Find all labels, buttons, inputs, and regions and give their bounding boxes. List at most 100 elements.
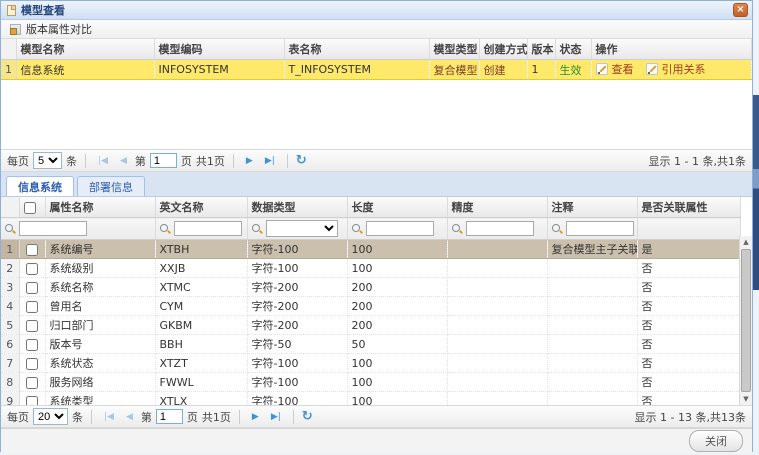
attr-col-is-related[interactable]: 是否关联属性 [637,197,741,218]
per-page-select[interactable]: 20 [33,408,68,425]
tab-info-system[interactable]: 信息系统 [6,176,74,196]
last-page-icon[interactable]: ▶| [267,412,285,422]
table-row[interactable]: 4 曾用名 CYM 字符-200 200 否 [1,297,741,316]
vertical-scrollbar[interactable]: ▲ ▼ [739,236,752,405]
attr-col-length[interactable]: 长度 [347,197,447,218]
cell-precision [447,297,547,316]
table-row[interactable]: 8 服务网络 FWWL 字符-100 100 否 [1,373,741,392]
prev-page-icon[interactable]: ◀ [116,156,131,166]
row-checkbox[interactable] [26,320,38,332]
search-icon [251,223,263,235]
page-number-input[interactable] [150,153,177,168]
cell-is-related: 否 [637,259,741,278]
cell-attr-name: 系统编号 [45,240,155,259]
cell-en-name: GKBM [155,316,247,335]
table-row[interactable]: 5 归口部门 GKBM 字符-200 200 否 [1,316,741,335]
model-col-status[interactable]: 状态 [555,39,591,60]
attribute-table: 属性名称 英文名称 数据类型 长度 精度 注释 是否关联属性 [1,197,752,405]
row-checkbox[interactable] [26,244,38,256]
first-page-icon[interactable]: |◀ [100,412,118,422]
model-col-actions: 操作 [591,39,752,60]
row-checkbox-cell [19,240,45,259]
row-checkbox[interactable] [26,282,38,294]
row-checkbox[interactable] [26,339,38,351]
prev-page-icon[interactable]: ◀ [122,412,137,422]
page-number-input[interactable] [156,409,183,424]
precision-filter-input[interactable] [466,221,534,236]
cell-precision [447,316,547,335]
attr-col-comment[interactable]: 注释 [547,197,637,218]
first-page-icon[interactable]: |◀ [94,156,112,166]
record-summary: 显示 1 - 13 条,共13条 [635,409,746,425]
scroll-down-icon[interactable]: ▼ [740,393,752,405]
cell-is-related: 否 [637,278,741,297]
edit-icon [646,63,658,75]
attr-col-data-type[interactable]: 数据类型 [247,197,347,218]
model-col-name[interactable]: 模型名称 [16,39,154,60]
cell-attr-name: 系统类型 [45,392,155,406]
cell-attr-name: 曾用名 [45,297,155,316]
version-compare-button[interactable]: 版本属性对比 [6,21,96,37]
table-row[interactable]: 1 系统编号 XTBH 字符-100 100 复合模型主子关联属性 是 [1,240,741,259]
row-checkbox[interactable] [26,358,38,370]
row-number: 5 [1,316,19,335]
attr-col-num [1,197,19,218]
cell-model-type: 复合模型 [429,60,479,80]
cell-attr-name: 系统名称 [45,278,155,297]
tab-deploy-info[interactable]: 部署信息 [77,176,145,196]
row-checkbox[interactable] [26,301,38,313]
table-row[interactable]: 6 版本号 BBH 字符-50 50 否 [1,335,741,354]
model-col-version[interactable]: 版本 [527,39,555,60]
model-col-type[interactable]: 模型类型 [429,39,479,60]
scrollbar-thumb[interactable] [741,249,751,392]
row-checkbox[interactable] [26,263,38,275]
table-row[interactable]: 2 系统级别 XXJB 字符-100 100 否 [1,259,741,278]
next-page-icon[interactable]: ▶ [242,156,257,166]
table-row[interactable]: 3 系统名称 XTMC 字符-200 200 否 [1,278,741,297]
model-col-mode[interactable]: 创建方式 [479,39,527,60]
close-button[interactable]: 关闭 [689,430,743,452]
reference-relation-link[interactable]: 引用关系 [646,61,706,77]
row-checkbox[interactable] [26,377,38,389]
next-page-icon[interactable]: ▶ [248,412,263,422]
cell-precision [447,335,547,354]
divider [293,410,294,424]
close-icon[interactable]: × [733,3,748,17]
attr-col-precision[interactable]: 精度 [447,197,547,218]
scroll-up-icon[interactable]: ▲ [740,236,752,248]
divider [233,154,234,168]
refresh-icon[interactable]: ↻ [296,154,307,167]
table-row[interactable]: 7 系统状态 XTZT 字符-100 100 否 [1,354,741,373]
attr-col-name[interactable]: 属性名称 [45,197,155,218]
document-icon [7,5,16,16]
cell-comment [547,392,637,406]
cell-length: 200 [347,316,447,335]
length-filter-input[interactable] [366,221,434,236]
cell-is-related: 否 [637,392,741,406]
attr-name-filter-input[interactable] [19,221,87,236]
comment-filter-input[interactable] [566,221,634,236]
cell-precision [447,392,547,406]
cell-length: 100 [347,354,447,373]
attr-col-en-name[interactable]: 英文名称 [155,197,247,218]
cell-en-name: XTMC [155,278,247,297]
reference-relation-label: 引用关系 [662,61,706,77]
last-page-icon[interactable]: ▶| [261,156,279,166]
cell-en-name: XXJB [155,259,247,278]
model-col-table[interactable]: 表名称 [284,39,429,60]
row-checkbox[interactable] [26,396,38,406]
table-row[interactable]: 9 系统类型 XTLX 字符-100 100 否 [1,392,741,406]
model-row[interactable]: 1 信息系统 INFOSYSTEM T_INFOSYSTEM 复合模型 创建 1… [1,60,752,80]
en-name-filter-input[interactable] [174,221,242,236]
select-all-checkbox[interactable] [24,202,36,214]
search-icon [551,223,563,235]
model-col-code[interactable]: 模型编码 [154,39,284,60]
divider [287,154,288,168]
per-page-select[interactable]: 5 [33,152,62,169]
cell-attr-name: 归口部门 [45,316,155,335]
view-action-link[interactable]: 查看 [596,61,634,77]
data-type-filter-select[interactable] [266,220,338,237]
refresh-icon[interactable]: ↻ [302,410,313,423]
cell-is-related: 是 [637,240,741,259]
cell-precision [447,240,547,259]
